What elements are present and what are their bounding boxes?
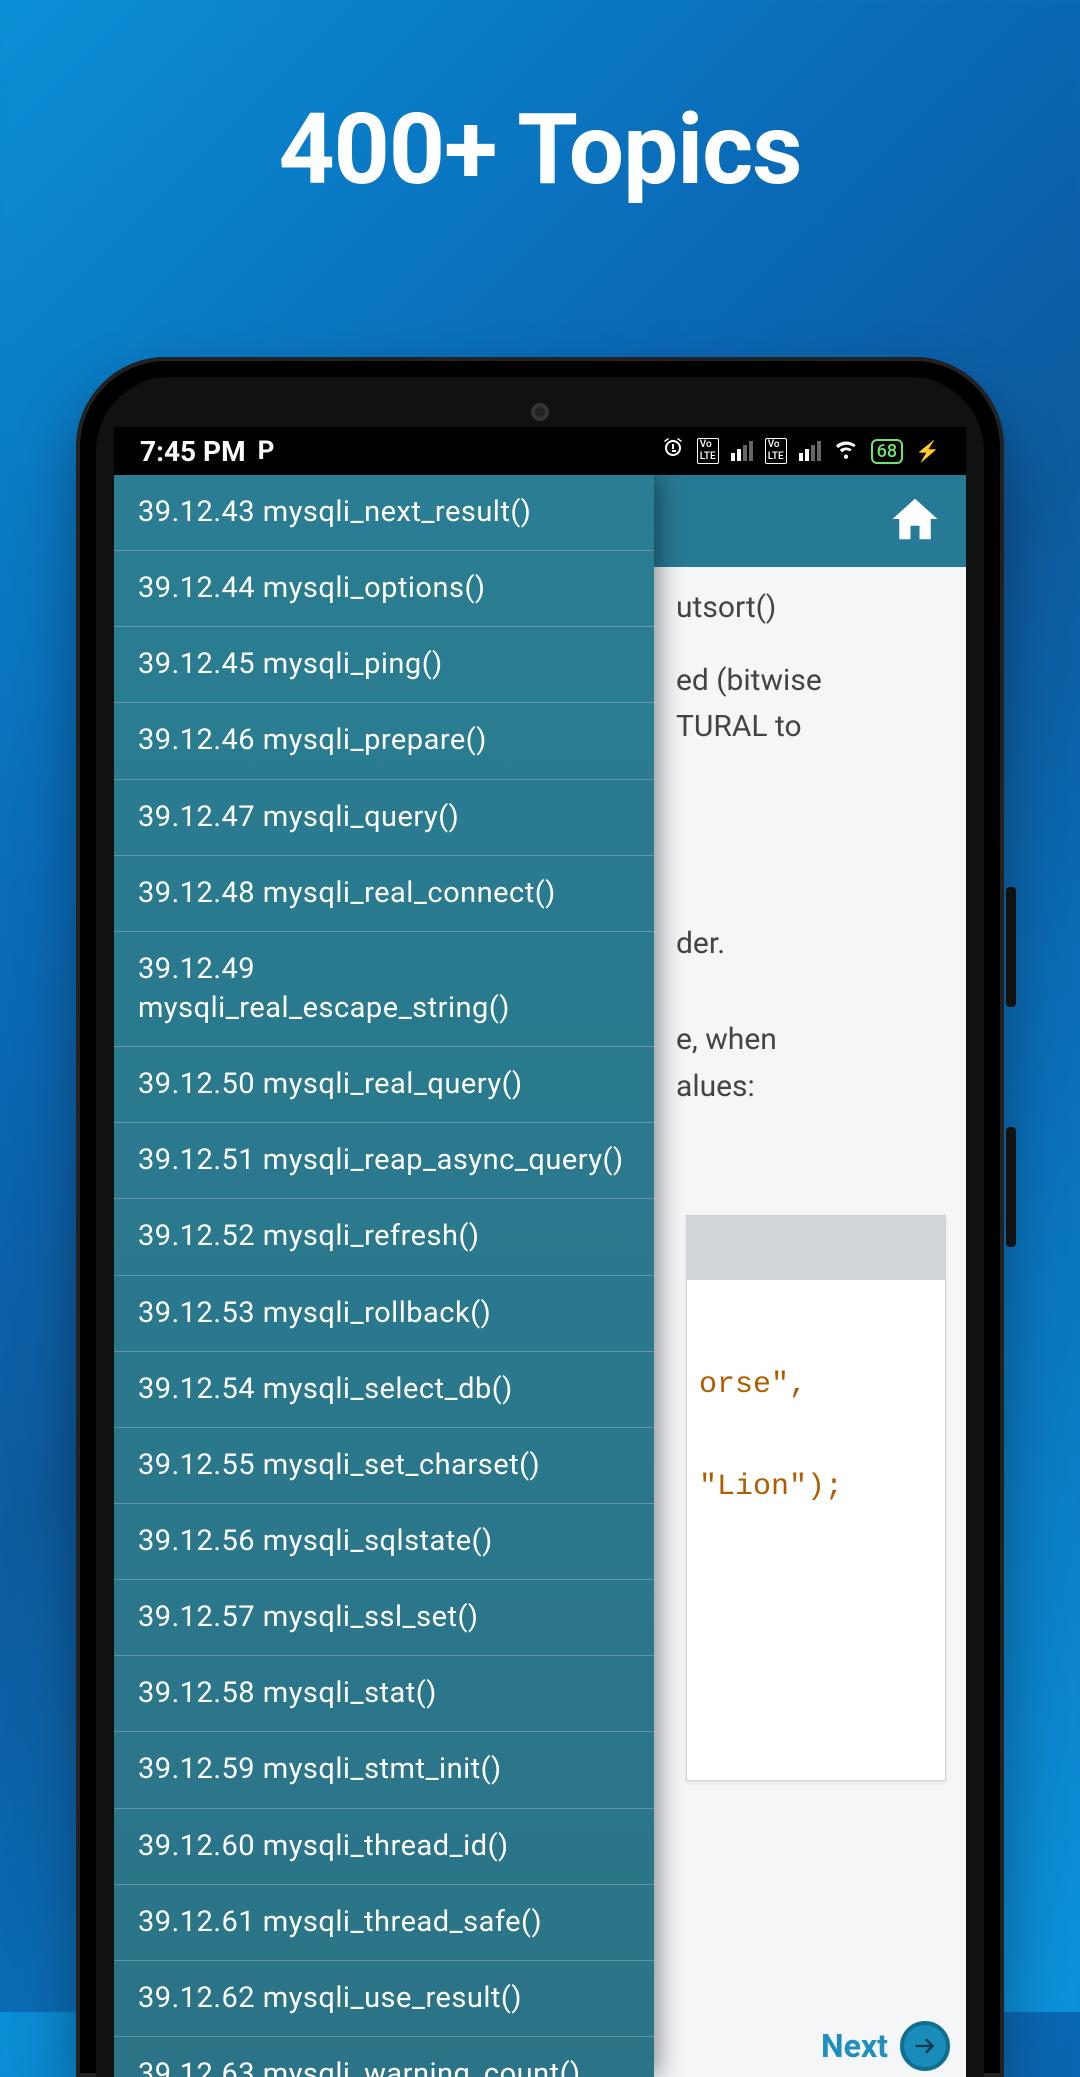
drawer-item[interactable]: 39.12.61 mysqli_thread_safe() xyxy=(114,1885,654,1961)
drawer-item[interactable]: 39.12.58 mysqli_stat() xyxy=(114,1656,654,1732)
next-label: Next xyxy=(821,2027,888,2065)
status-bar: 7:45 PM P VoLTE VoLTE 68 ⚡ xyxy=(114,427,966,475)
drawer-item[interactable]: 39.12.44 mysqli_options() xyxy=(114,551,654,627)
drawer-item[interactable]: 39.12.54 mysqli_select_db() xyxy=(114,1352,654,1428)
status-time: 7:45 PM xyxy=(140,435,246,468)
nav-drawer[interactable]: 39.12.43 mysqli_next_result()39.12.44 my… xyxy=(114,475,654,2077)
alarm-icon xyxy=(661,436,685,467)
drawer-item[interactable]: 39.12.48 mysqli_real_connect() xyxy=(114,856,654,932)
drawer-item[interactable]: 39.12.59 mysqli_stmt_init() xyxy=(114,1732,654,1808)
code-block-header xyxy=(687,1216,945,1280)
phone-side-button xyxy=(1006,887,1016,1007)
signal-icon xyxy=(731,441,753,461)
status-p-badge: P xyxy=(258,436,275,466)
drawer-item[interactable]: 39.12.62 mysqli_use_result() xyxy=(114,1961,654,2037)
content-fragment: e, when xyxy=(676,1017,950,1064)
hero-title: 400+ Topics xyxy=(0,92,1080,207)
content-behind-drawer: utsort() ed (bitwise TURAL to der. e, wh… xyxy=(666,567,966,1128)
drawer-item[interactable]: 39.12.51 mysqli_reap_async_query() xyxy=(114,1123,654,1199)
drawer-item[interactable]: 39.12.47 mysqli_query() xyxy=(114,780,654,856)
content-fragment: alues: xyxy=(676,1064,950,1111)
drawer-item[interactable]: 39.12.45 mysqli_ping() xyxy=(114,627,654,703)
phone-screen: 7:45 PM P VoLTE VoLTE 68 ⚡ xyxy=(114,427,966,2077)
phone-notch-camera xyxy=(531,403,549,421)
drawer-item[interactable]: 39.12.50 mysqli_real_query() xyxy=(114,1047,654,1123)
wifi-icon xyxy=(833,435,859,468)
drawer-item[interactable]: 39.12.63 mysqli_warning_count() xyxy=(114,2037,654,2077)
arrow-right-icon xyxy=(900,2021,950,2071)
volte-badge: VoLTE xyxy=(697,438,719,464)
home-icon[interactable] xyxy=(888,492,942,550)
drawer-item[interactable]: 39.12.49 mysqli_real_escape_string() xyxy=(114,932,654,1047)
phone-frame: 7:45 PM P VoLTE VoLTE 68 ⚡ xyxy=(76,357,1004,2077)
drawer-item[interactable]: 39.12.52 mysqli_refresh() xyxy=(114,1199,654,1275)
next-button[interactable]: Next xyxy=(821,2021,950,2071)
content-fragment: utsort() xyxy=(676,585,950,632)
content-fragment: TURAL to xyxy=(676,704,950,751)
code-block: orse", "Lion"); xyxy=(686,1215,946,1781)
drawer-item[interactable]: 39.12.55 mysqli_set_charset() xyxy=(114,1428,654,1504)
drawer-item[interactable]: 39.12.46 mysqli_prepare() xyxy=(114,703,654,779)
drawer-item[interactable]: 39.12.53 mysqli_rollback() xyxy=(114,1276,654,1352)
code-line: orse", xyxy=(699,1368,933,1402)
battery-indicator: 68 xyxy=(871,439,903,464)
volte-badge: VoLTE xyxy=(765,438,787,464)
content-fragment: ed (bitwise xyxy=(676,658,950,705)
content-fragment: der. xyxy=(676,921,950,968)
drawer-item[interactable]: 39.12.43 mysqli_next_result() xyxy=(114,475,654,551)
code-line: "Lion"); xyxy=(699,1470,933,1504)
phone-side-button xyxy=(1006,1127,1016,1247)
drawer-item[interactable]: 39.12.57 mysqli_ssl_set() xyxy=(114,1580,654,1656)
drawer-item[interactable]: 39.12.56 mysqli_sqlstate() xyxy=(114,1504,654,1580)
charging-icon: ⚡ xyxy=(915,439,940,463)
drawer-item[interactable]: 39.12.60 mysqli_thread_id() xyxy=(114,1809,654,1885)
signal-icon xyxy=(799,441,821,461)
